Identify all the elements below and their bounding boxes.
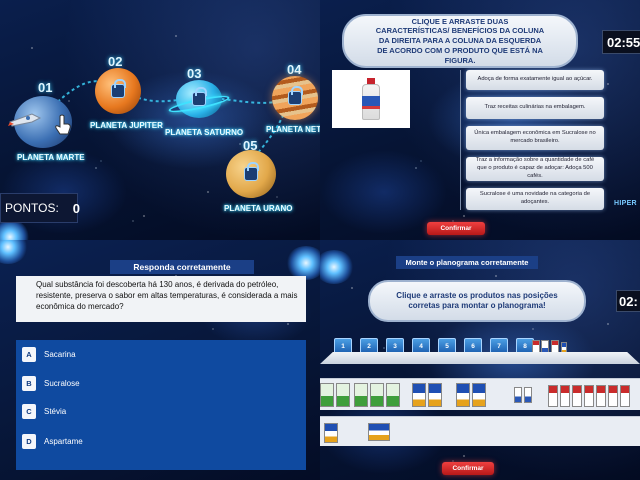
planet-name: PLANETA NETUNO [266,125,320,134]
planet-number: 04 [287,62,302,77]
rocket-icon [8,113,42,127]
planet-marte[interactable] [8,96,72,148]
instruction-banner: CLIQUE E ARRASTE DUAS CARACTERÍSTICAS/ B… [342,14,578,68]
product-item[interactable] [524,387,532,403]
product-item[interactable] [324,423,338,443]
planet-urano[interactable] [226,150,276,198]
answer-option-c[interactable]: C Stévia [22,403,66,419]
sweetener-bottle-icon [360,78,382,120]
planet-map-screen: 01 PLANETA MARTE 02 PLANETA JUPITER 03 P… [0,0,320,240]
planet-number: 01 [38,80,53,95]
answer-text: Aspartame [44,436,83,446]
product-item[interactable] [456,383,470,407]
planet-saturno[interactable] [167,80,231,118]
answer-letter: D [22,433,36,449]
product-item[interactable] [386,383,400,407]
planogram-header: Monte o planograma corretamente [396,256,538,269]
product-item[interactable] [336,383,350,407]
planet-name: PLANETA MARTE [17,153,85,162]
quiz-header: Responda corretamente [110,260,254,274]
slot-number[interactable]: 4 [412,338,430,354]
product-item[interactable] [354,383,368,407]
lock-icon [244,162,259,181]
product-item[interactable] [368,423,390,441]
answer-letter: C [22,403,36,419]
shelf-row-1 [320,378,640,410]
planet-name: PLANETA SATURNO [165,128,244,137]
product-item[interactable] [472,383,486,407]
confirm-button[interactable]: Confirmar [442,462,494,475]
instruction-banner: Clique e arraste os produtos nas posiçõe… [368,280,586,322]
points-panel: PONTOS: 0 [0,193,81,223]
answer-text: Sucralose [44,378,80,388]
slot-number[interactable]: 3 [386,338,404,354]
quiz-screen: Responda corretamente Qual substância fo… [0,240,320,480]
planet-name: PLANETA URANO [224,204,293,213]
answer-text: Stévia [44,406,67,416]
product-item[interactable] [560,385,570,407]
question-text: Qual substância foi descoberta há 130 an… [16,276,306,322]
shelf-top [320,352,640,364]
benefit-option[interactable]: Traz receitas culinárias na embalagem. [466,97,604,119]
answer-letter: B [22,375,36,391]
answer-text: Sacarina [44,349,76,359]
slot-number[interactable]: 1 [334,338,352,354]
product-item[interactable] [584,385,594,407]
countdown-timer: 02: [616,290,640,312]
brand-corner: HIPER [614,200,637,207]
confirm-button[interactable]: Confirmar [427,222,485,235]
benefit-option[interactable]: Traz a informação sobre a quantidade de … [466,157,604,181]
product-item[interactable] [428,383,442,407]
planet-number: 02 [108,54,123,69]
planet-netuno[interactable] [272,76,318,120]
answer-letter: A [22,346,36,362]
planet-number: 03 [187,66,202,81]
planogram-screen: Monte o planograma corretamente Clique e… [320,240,640,480]
product-image [332,70,410,128]
product-item[interactable] [572,385,582,407]
product-item[interactable] [412,383,426,407]
product-item[interactable] [532,340,540,354]
planet-jupiter[interactable] [95,68,141,114]
product-item[interactable] [548,385,558,407]
answer-option-a[interactable]: A Sacarina [22,346,76,362]
slot-number[interactable]: 5 [438,338,456,354]
product-item[interactable] [620,385,630,407]
shelf-row-2 [320,416,640,446]
product-item[interactable] [370,383,384,407]
column-divider [460,70,461,210]
countdown-timer: 02:55 [602,30,640,54]
slot-number[interactable]: 7 [490,338,508,354]
points-label: PONTOS: [5,201,59,215]
benefit-option[interactable]: Adoça de forma exatamente igual ao açúca… [466,70,604,90]
points-value: 0 [72,200,81,216]
benefit-option[interactable]: Sucralose é uma novidade na categoria de… [466,188,604,210]
drag-benefits-screen: CLIQUE E ARRASTE DUAS CARACTERÍSTICAS/ B… [320,0,640,240]
product-item[interactable] [608,385,618,407]
product-item[interactable] [551,340,559,354]
answers-panel: A Sacarina B Sucralose C Stévia D Aspart… [16,340,306,470]
planet-name: PLANETA JUPITER [90,121,163,130]
lock-icon [288,86,303,105]
product-item[interactable] [596,385,606,407]
product-item[interactable] [320,383,334,407]
answer-option-d[interactable]: D Aspartame [22,433,83,449]
lock-icon [111,79,126,98]
galaxy-decoration [286,246,320,280]
benefit-option[interactable]: Única embalagem econômica em Sucralose n… [466,126,604,150]
benefit-options: Adoça de forma exatamente igual ao açúca… [466,70,606,217]
lock-icon [192,87,207,106]
slot-number[interactable]: 6 [464,338,482,354]
hand-pointer-icon [55,114,71,135]
product-item[interactable] [541,340,549,354]
slot-number[interactable]: 2 [360,338,378,354]
answer-option-b[interactable]: B Sucralose [22,375,80,391]
product-item[interactable] [514,387,522,403]
